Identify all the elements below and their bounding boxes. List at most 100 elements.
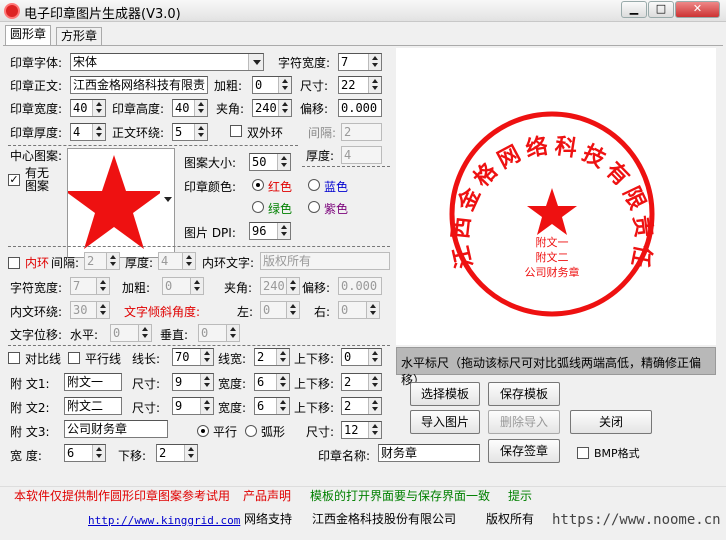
spin-arrows-icon[interactable]	[226, 325, 239, 341]
angle-spinner[interactable]: 240	[252, 99, 292, 117]
color-red-radio[interactable]	[252, 179, 264, 191]
tilt-right-spinner[interactable]: 0	[338, 301, 380, 319]
color-purple-radio[interactable]	[308, 201, 320, 213]
spin-arrows-icon[interactable]	[286, 302, 299, 318]
inner-bold-spinner[interactable]: 0	[162, 277, 204, 295]
spin-arrows-icon[interactable]	[277, 223, 290, 239]
product-statement-link[interactable]: 产品声明	[243, 489, 291, 503]
spin-arrows-icon[interactable]	[276, 374, 289, 390]
spin-arrows-icon[interactable]	[368, 374, 381, 390]
vertical-spinner[interactable]: 0	[198, 324, 240, 342]
save-sign-button[interactable]: 保存签章	[488, 439, 560, 463]
spin-arrows-icon[interactable]	[138, 325, 151, 341]
chevron-down-icon[interactable]	[248, 54, 263, 70]
spin-arrows-icon[interactable]	[368, 349, 381, 365]
attach2-size-spinner[interactable]: 9	[172, 397, 214, 415]
minimize-button[interactable]: ▁	[621, 1, 647, 18]
attach1-size-spinner[interactable]: 9	[172, 373, 214, 391]
horizontal-spinner[interactable]: 0	[110, 324, 152, 342]
color-green-radio[interactable]	[252, 201, 264, 213]
inner-char-width-spinner[interactable]: 7	[70, 277, 110, 295]
close-button[interactable]: 关闭	[570, 410, 652, 434]
size-spinner[interactable]: 22	[338, 76, 382, 94]
spin-arrows-icon[interactable]	[96, 278, 109, 294]
ring-thickness-spinner[interactable]: 4	[341, 146, 382, 164]
tilt-left-spinner[interactable]: 0	[260, 301, 300, 319]
seal-name-input[interactable]: 财务章	[378, 444, 480, 462]
attach2-width-spinner[interactable]: 6	[254, 397, 290, 415]
font-combo[interactable]: 宋体	[70, 53, 264, 71]
spin-arrows-icon[interactable]	[96, 302, 109, 318]
line-updown-spinner[interactable]: 0	[341, 348, 382, 366]
spin-arrows-icon[interactable]	[277, 154, 290, 170]
line-length-spinner[interactable]: 70	[172, 348, 214, 366]
spin-arrows-icon[interactable]	[278, 77, 291, 93]
dpi-spinner[interactable]: 96	[249, 222, 291, 240]
tab-square-seal[interactable]: 方形章	[56, 27, 103, 45]
inner-gap-spinner[interactable]: 2	[84, 252, 120, 270]
attach3-size-spinner[interactable]: 12	[341, 421, 382, 439]
seal-thickness-spinner[interactable]: 4	[70, 123, 106, 141]
spin-arrows-icon[interactable]	[194, 124, 207, 140]
spin-arrows-icon[interactable]	[190, 278, 203, 294]
attach-text1-input[interactable]: 附文一	[64, 373, 122, 391]
attach-text3-input[interactable]: 公司财务章	[64, 420, 168, 438]
line-width-spinner[interactable]: 2	[254, 348, 290, 366]
attach1-updown-spinner[interactable]: 2	[341, 373, 382, 391]
spin-arrows-icon[interactable]	[368, 398, 381, 414]
text-input[interactable]: 江西金格网络科技有限责	[70, 76, 208, 94]
bold-spinner[interactable]: 0	[252, 76, 292, 94]
select-template-button[interactable]: 选择模板	[410, 382, 480, 406]
offset-spinner[interactable]: 0.000	[338, 99, 382, 117]
spin-arrows-icon[interactable]	[200, 398, 213, 414]
inner-wrap-spinner[interactable]: 30	[70, 301, 110, 319]
spin-arrows-icon[interactable]	[106, 253, 119, 269]
delete-import-button[interactable]: 删除导入	[488, 410, 560, 434]
color-blue-radio[interactable]	[308, 179, 320, 191]
down-spinner[interactable]: 2	[156, 444, 198, 462]
spin-arrows-icon[interactable]	[182, 253, 195, 269]
horizontal-ruler-hint[interactable]: 水平标尺（拖动该标尺可对比弧线两端高低，精确修正偏移）	[396, 347, 716, 387]
inner-ring-checkbox[interactable]	[8, 257, 20, 269]
attach-text2-input[interactable]: 附文二	[64, 397, 122, 415]
save-template-button[interactable]: 保存模板	[488, 382, 560, 406]
chevron-down-icon[interactable]	[164, 197, 172, 206]
maximize-button[interactable]: □	[648, 1, 674, 18]
spin-arrows-icon[interactable]	[194, 100, 207, 116]
has-pattern-checkbox[interactable]	[8, 174, 20, 186]
inner-text-input[interactable]: 版权所有	[260, 252, 390, 270]
spin-arrows-icon[interactable]	[200, 349, 213, 365]
website-link[interactable]: http://www.kinggrid.com	[88, 514, 240, 528]
bmp-format-checkbox[interactable]	[577, 447, 589, 459]
tab-circle-seal[interactable]: 圆形章	[5, 25, 52, 45]
double-ring-checkbox[interactable]	[230, 125, 242, 137]
spin-arrows-icon[interactable]	[286, 278, 299, 294]
inner-angle-spinner[interactable]: 240	[260, 277, 300, 295]
seal-width-spinner[interactable]: 40	[70, 99, 106, 117]
spin-arrows-icon[interactable]	[92, 124, 105, 140]
inner-thickness-spinner[interactable]: 4	[158, 252, 196, 270]
close-window-button[interactable]: ✕	[675, 1, 720, 18]
parallel-line-checkbox[interactable]	[68, 352, 80, 364]
pattern-preview[interactable]	[65, 148, 175, 258]
spin-arrows-icon[interactable]	[276, 349, 289, 365]
compare-line-checkbox[interactable]	[8, 352, 20, 364]
spin-arrows-icon[interactable]	[92, 445, 105, 461]
spin-arrows-icon[interactable]	[184, 445, 197, 461]
pattern-size-spinner[interactable]: 50	[249, 153, 291, 171]
spin-arrows-icon[interactable]	[200, 374, 213, 390]
arc-radio[interactable]	[245, 425, 257, 437]
spin-arrows-icon[interactable]	[92, 100, 105, 116]
attach1-width-spinner[interactable]: 6	[254, 373, 290, 391]
spin-arrows-icon[interactable]	[368, 54, 381, 70]
parallel-radio[interactable]	[197, 425, 209, 437]
width-spinner[interactable]: 6	[64, 444, 106, 462]
spin-arrows-icon[interactable]	[276, 398, 289, 414]
attach2-updown-spinner[interactable]: 2	[341, 397, 382, 415]
tip-link[interactable]: 提示	[508, 489, 532, 503]
spin-arrows-icon[interactable]	[368, 422, 381, 438]
inner-offset-spinner[interactable]: 0.000	[338, 277, 382, 295]
import-image-button[interactable]: 导入图片	[410, 410, 480, 434]
char-width-spinner[interactable]: 7	[338, 53, 382, 71]
seal-height-spinner[interactable]: 40	[172, 99, 208, 117]
